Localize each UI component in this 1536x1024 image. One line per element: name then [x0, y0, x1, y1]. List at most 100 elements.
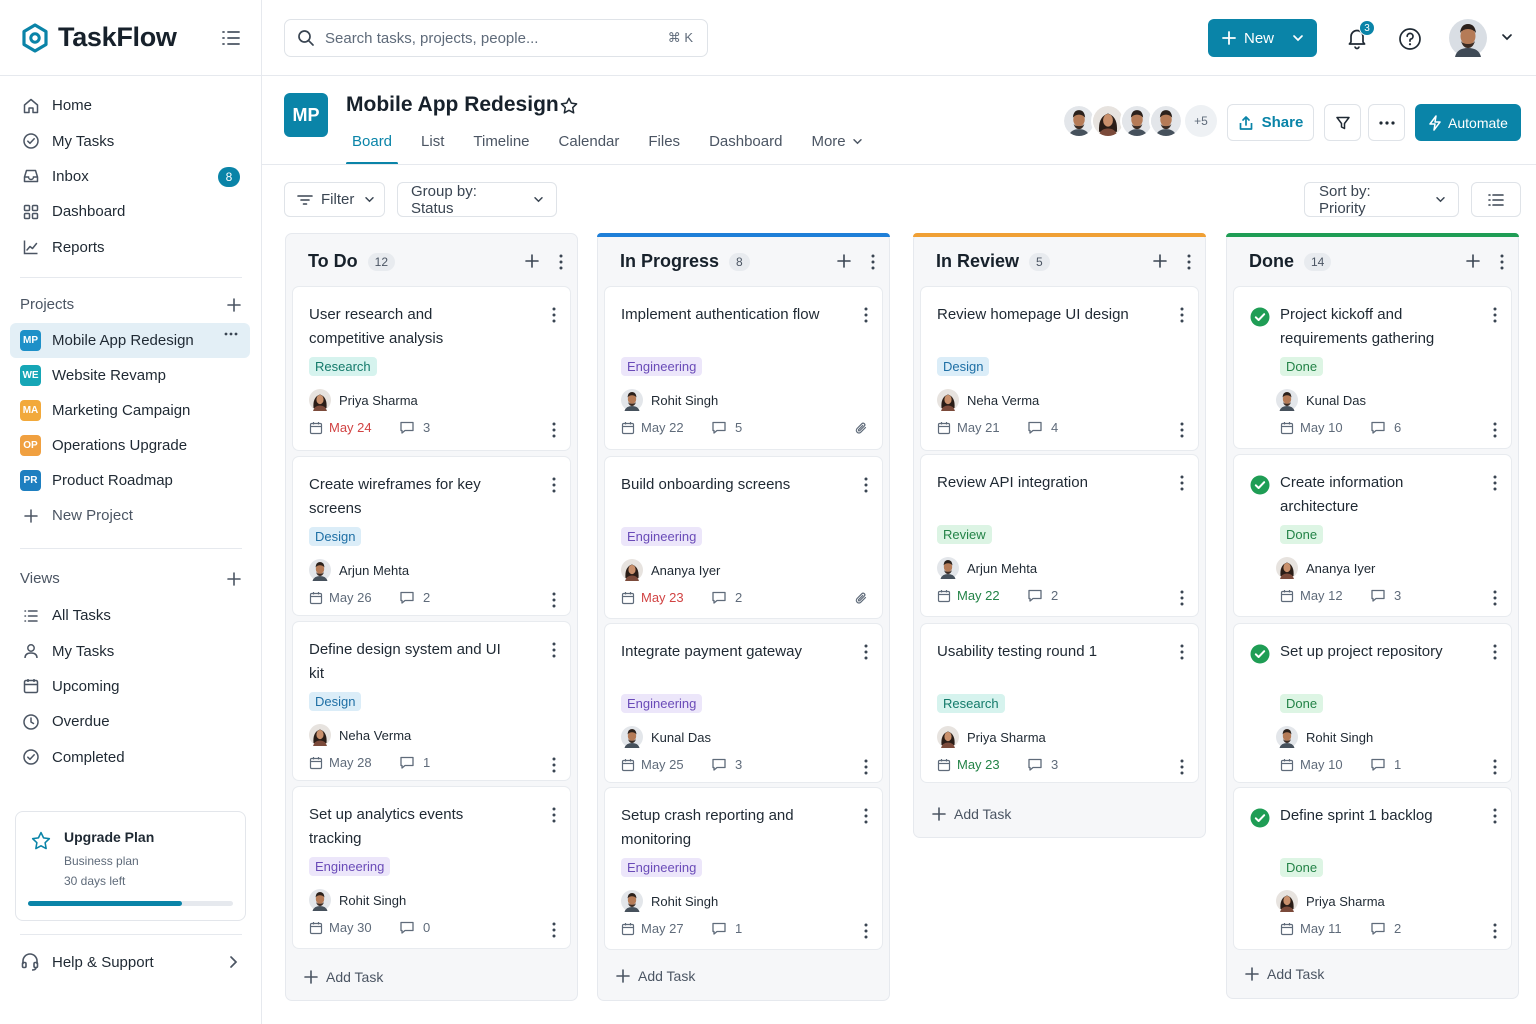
more-options-button[interactable] [1368, 104, 1405, 141]
nav-item-my-tasks[interactable]: My Tasks [10, 123, 250, 158]
column-more-icon[interactable] [1500, 254, 1504, 270]
project-item[interactable]: MP Mobile App Redesign [10, 323, 250, 358]
project-item[interactable]: MA Marketing Campaign [10, 393, 250, 428]
task-card[interactable]: Create information architecture Done Anany… [1233, 454, 1512, 617]
tab-list[interactable]: List [415, 125, 450, 165]
card-more-icon[interactable] [552, 807, 556, 823]
add-task-button[interactable]: Add Task [304, 969, 383, 985]
card-more-icon[interactable] [552, 592, 556, 608]
sort-by-dropdown[interactable]: Sort by: Priority [1304, 182, 1459, 217]
card-more-icon[interactable] [1493, 422, 1497, 438]
list-view-toggle[interactable] [1471, 182, 1521, 217]
task-card[interactable]: Setup crash reporting and monitoring Engi… [604, 787, 883, 950]
task-card[interactable]: Integrate payment gateway Engineering Kuna… [604, 623, 883, 783]
completed-check-icon[interactable] [1250, 808, 1270, 828]
search-input[interactable]: Search tasks, projects, people... [325, 30, 538, 47]
card-more-icon[interactable] [552, 477, 556, 493]
attachment-icon[interactable] [854, 591, 868, 605]
card-more-icon[interactable] [1180, 590, 1184, 606]
share-button[interactable]: Share [1227, 104, 1314, 141]
add-card-icon[interactable] [837, 254, 851, 268]
task-card[interactable]: Build onboarding screens Engineering Anany… [604, 456, 883, 619]
add-card-icon[interactable] [1153, 254, 1167, 268]
task-card[interactable]: Set up analytics events tracking Engineer… [292, 786, 571, 949]
card-more-icon[interactable] [552, 307, 556, 323]
more-horizontal-icon[interactable] [224, 332, 238, 336]
member-avatars[interactable]: +5 [1062, 104, 1217, 138]
task-card[interactable]: Implement authentication flow Engineering… [604, 286, 883, 450]
card-more-icon[interactable] [864, 307, 868, 323]
task-card[interactable]: Create wireframes for key screens Design A… [292, 456, 571, 616]
project-item[interactable]: PR Product Roadmap [10, 463, 250, 498]
add-view-icon[interactable] [226, 571, 242, 587]
project-item[interactable]: OP Operations Upgrade [10, 428, 250, 463]
view-item-all-tasks[interactable]: All Tasks [10, 598, 250, 633]
column-more-icon[interactable] [871, 254, 875, 270]
task-card[interactable]: Define sprint 1 backlog Done Priya Sharma M… [1233, 787, 1512, 950]
new-button[interactable]: New [1208, 19, 1317, 57]
add-card-icon[interactable] [1466, 254, 1480, 268]
menu-toggle-icon[interactable] [220, 28, 242, 48]
card-more-icon[interactable] [1180, 307, 1184, 323]
card-more-icon[interactable] [864, 923, 868, 939]
completed-check-icon[interactable] [1250, 475, 1270, 495]
group-by-dropdown[interactable]: Group by: Status [397, 182, 557, 217]
add-task-button[interactable]: Add Task [616, 968, 695, 984]
tab-dashboard[interactable]: Dashboard [703, 125, 788, 165]
view-item-upcoming[interactable]: Upcoming [10, 669, 250, 704]
project-item[interactable]: WE Website Revamp [10, 358, 250, 393]
tab-more[interactable]: More [805, 125, 868, 165]
card-more-icon[interactable] [1493, 759, 1497, 775]
task-card[interactable]: Review API integration Review Arjun Mehta M… [920, 454, 1199, 617]
completed-check-icon[interactable] [1250, 307, 1270, 327]
card-more-icon[interactable] [1180, 475, 1184, 491]
card-more-icon[interactable] [1493, 644, 1497, 660]
tab-files[interactable]: Files [642, 125, 686, 165]
task-card[interactable]: User research and competitive analysis Re… [292, 286, 571, 451]
card-more-icon[interactable] [864, 759, 868, 775]
card-more-icon[interactable] [1180, 422, 1184, 438]
automate-button[interactable]: Automate [1415, 104, 1521, 141]
help-icon[interactable] [1398, 27, 1422, 51]
tab-board[interactable]: Board [346, 125, 399, 165]
tab-calendar[interactable]: Calendar [553, 125, 626, 165]
add-task-button[interactable]: Add Task [932, 806, 1011, 822]
card-more-icon[interactable] [864, 644, 868, 660]
favorite-star-icon[interactable] [559, 96, 579, 116]
upgrade-card[interactable]: Upgrade Plan Business plan 30 days left [15, 811, 246, 921]
card-more-icon[interactable] [1493, 590, 1497, 606]
filter-dropdown[interactable]: Filter [284, 182, 385, 217]
nav-item-reports[interactable]: Reports [10, 230, 250, 265]
help-support-link[interactable]: Help & Support [20, 946, 242, 978]
task-card[interactable]: Set up project repository Done Rohit Singh… [1233, 623, 1512, 783]
card-more-icon[interactable] [1493, 475, 1497, 491]
column-more-icon[interactable] [559, 254, 563, 270]
task-card[interactable]: Define design system and UI kit Design Neh… [292, 621, 571, 781]
task-card[interactable]: Review homepage UI design Design Neha Verm… [920, 286, 1199, 451]
user-avatar[interactable] [1449, 19, 1487, 57]
view-item-my-tasks[interactable]: My Tasks [10, 633, 250, 668]
card-more-icon[interactable] [1493, 808, 1497, 824]
card-more-icon[interactable] [552, 642, 556, 658]
nav-item-home[interactable]: Home [10, 88, 250, 123]
chevron-down-icon[interactable] [1501, 33, 1513, 41]
view-item-completed[interactable]: Completed [10, 740, 250, 775]
logo[interactable]: TaskFlow [20, 22, 177, 53]
view-item-overdue[interactable]: Overdue [10, 704, 250, 739]
completed-check-icon[interactable] [1250, 644, 1270, 664]
card-more-icon[interactable] [552, 922, 556, 938]
card-more-icon[interactable] [1180, 759, 1184, 775]
card-more-icon[interactable] [864, 808, 868, 824]
card-more-icon[interactable] [552, 757, 556, 773]
card-more-icon[interactable] [552, 422, 556, 438]
attachment-icon[interactable] [854, 421, 868, 435]
card-more-icon[interactable] [1493, 307, 1497, 323]
card-more-icon[interactable] [1180, 644, 1184, 660]
add-card-icon[interactable] [525, 254, 539, 268]
filter-button[interactable] [1324, 104, 1361, 141]
search-box[interactable]: Search tasks, projects, people... ⌘ K [284, 19, 708, 57]
task-card[interactable]: Project kickoff and requirements gatheri… [1233, 286, 1512, 449]
column-more-icon[interactable] [1187, 254, 1191, 270]
new-project-button[interactable]: New Project [10, 498, 250, 533]
nav-item-inbox[interactable]: Inbox 8 [10, 159, 250, 194]
